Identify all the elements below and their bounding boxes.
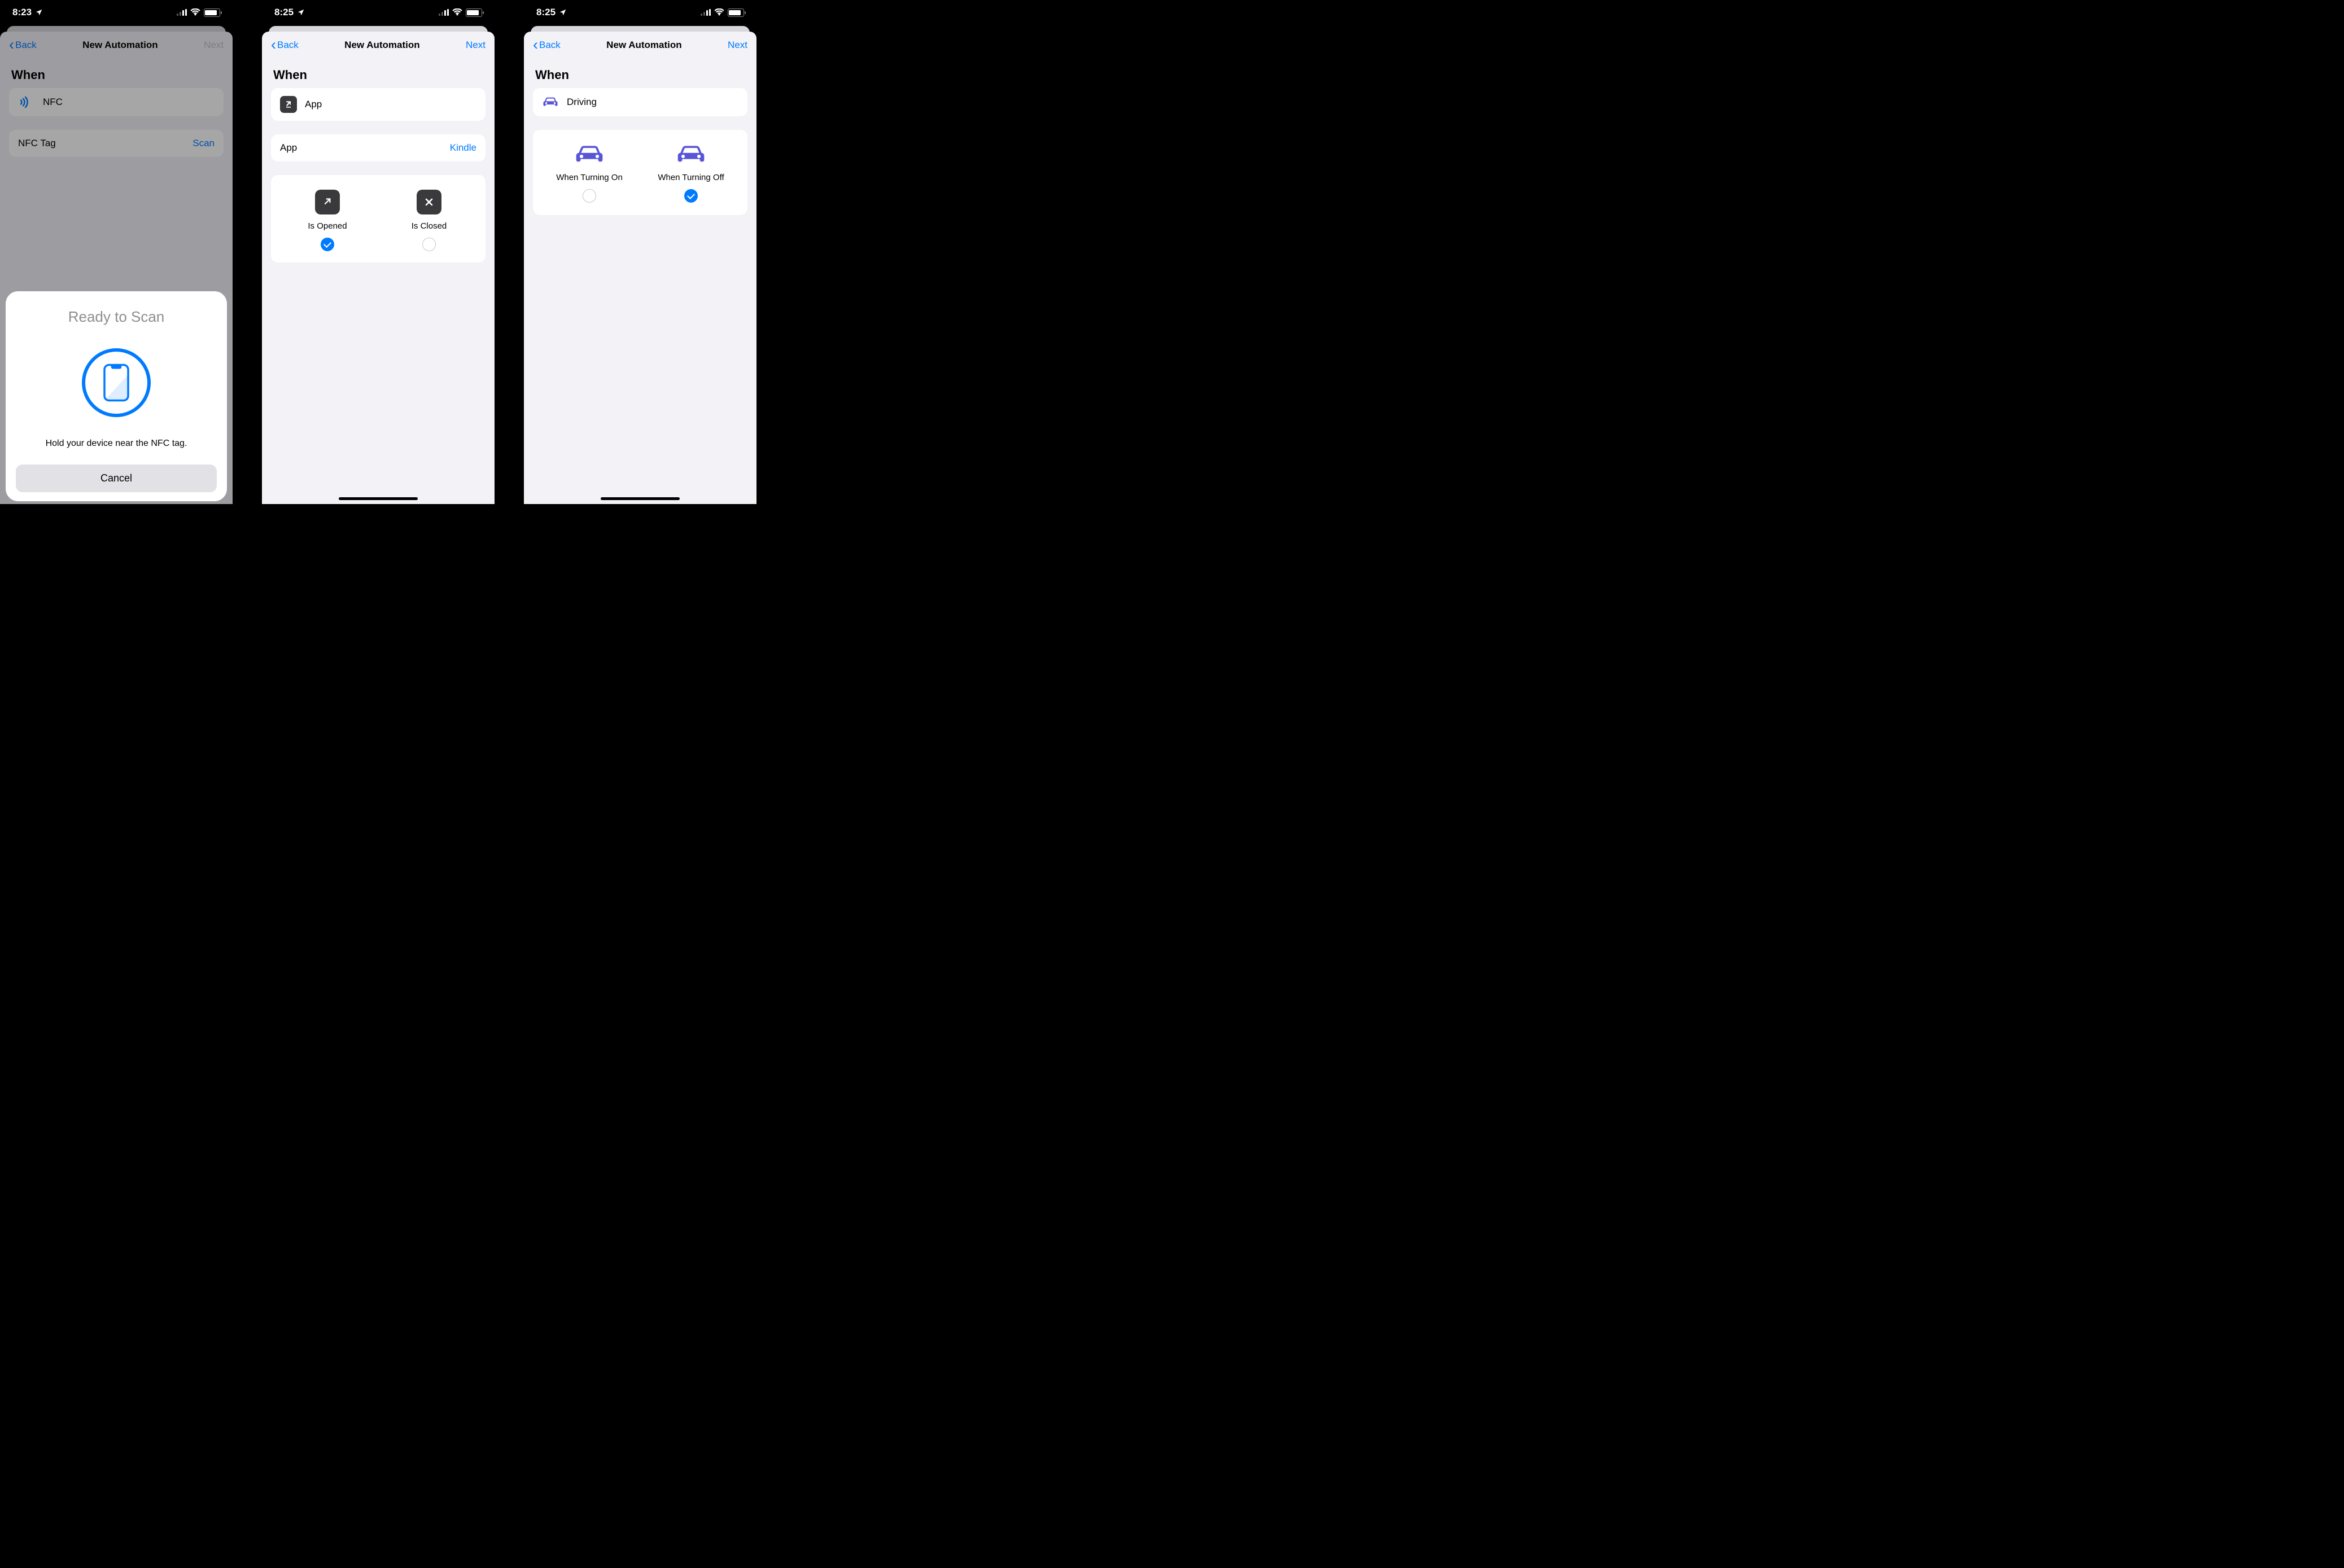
home-indicator[interactable] (601, 497, 680, 500)
location-icon (35, 8, 43, 16)
wifi-icon (452, 8, 462, 16)
nfc-sheet-title: Ready to Scan (68, 308, 165, 326)
status-bar: 8:25 (262, 0, 495, 25)
section-when-header: When (524, 59, 756, 88)
option-label: When Turning Off (658, 173, 724, 182)
location-icon (559, 8, 567, 16)
cellular-icon (177, 9, 187, 16)
radio-is-opened[interactable] (321, 238, 334, 251)
app-selector-card: App Kindle (271, 134, 486, 161)
car-on-icon (574, 143, 605, 166)
page-title: New Automation (606, 40, 681, 51)
radio-turning-on[interactable] (583, 189, 596, 203)
wifi-icon (714, 8, 724, 16)
trigger-card: Driving (533, 88, 747, 116)
driving-state-card: When Turning On When Turning Off (533, 130, 747, 215)
back-button[interactable]: ‹ Back (271, 38, 299, 52)
back-button[interactable]: ‹ Back (533, 38, 561, 52)
car-icon (542, 96, 559, 108)
app-selector-value[interactable]: Kindle (450, 142, 476, 154)
option-label: Is Opened (308, 221, 347, 231)
option-is-closed[interactable]: Is Closed (378, 190, 480, 251)
status-time: 8:25 (536, 7, 556, 18)
back-label: Back (277, 40, 299, 51)
trigger-label: App (305, 99, 322, 110)
battery-icon (204, 8, 220, 17)
option-label: Is Closed (412, 221, 447, 231)
option-turning-on[interactable]: When Turning On (539, 143, 640, 203)
app-open-icon (280, 96, 297, 113)
nfc-scan-icon (82, 348, 151, 417)
status-bar: 8:23 (0, 0, 233, 25)
screen-nfc: 8:23 ‹ Back New Automation (0, 0, 233, 504)
screen-driving: 8:25 ‹ Back New Automation (524, 0, 756, 504)
app-selector-row[interactable]: App Kindle (271, 134, 486, 161)
chevron-left-icon: ‹ (533, 37, 538, 52)
trigger-label: Driving (567, 97, 597, 108)
nfc-scan-sheet: Ready to Scan Hold your device near the … (6, 291, 227, 501)
status-time: 8:23 (12, 7, 32, 18)
is-closed-icon (417, 190, 441, 214)
cancel-button[interactable]: Cancel (16, 465, 217, 492)
page-title: New Automation (344, 40, 419, 51)
location-icon (297, 8, 305, 16)
option-turning-off[interactable]: When Turning Off (640, 143, 742, 203)
option-is-opened[interactable]: Is Opened (277, 190, 378, 251)
status-time: 8:25 (274, 7, 294, 18)
navbar: ‹ Back New Automation Next (524, 32, 756, 59)
cellular-icon (439, 9, 449, 16)
battery-icon (728, 8, 744, 17)
radio-turning-off[interactable] (684, 189, 698, 203)
option-label: When Turning On (556, 173, 623, 182)
nfc-sheet-message: Hold your device near the NFC tag. (46, 439, 187, 449)
wifi-icon (190, 8, 200, 16)
car-off-icon (675, 143, 707, 166)
trigger-card: App (271, 88, 486, 121)
home-indicator[interactable] (339, 497, 418, 500)
is-opened-icon (315, 190, 340, 214)
section-when-header: When (262, 59, 495, 88)
next-button[interactable]: Next (728, 40, 747, 51)
chevron-left-icon: ‹ (271, 37, 276, 52)
next-button[interactable]: Next (466, 40, 486, 51)
cellular-icon (701, 9, 711, 16)
battery-icon (466, 8, 482, 17)
status-bar: 8:25 (524, 0, 756, 25)
navbar: ‹ Back New Automation Next (262, 32, 495, 59)
radio-is-closed[interactable] (422, 238, 436, 251)
screen-app: 8:25 ‹ Back New Automation (262, 0, 495, 504)
app-state-card: Is Opened Is Closed (271, 175, 486, 262)
back-label: Back (539, 40, 561, 51)
app-selector-label: App (280, 142, 297, 154)
